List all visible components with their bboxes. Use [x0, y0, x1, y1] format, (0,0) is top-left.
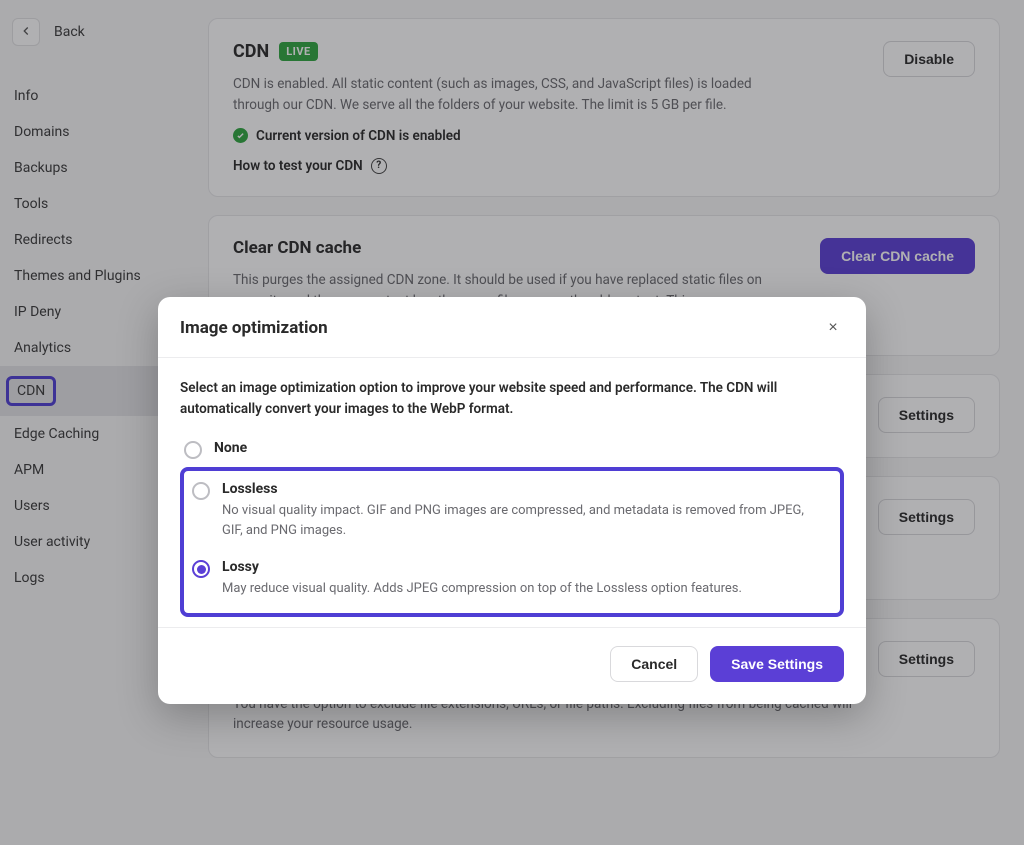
radio-option-none[interactable]: None [180, 434, 844, 465]
close-icon[interactable]: × [822, 317, 844, 339]
radio-desc-lossy: May reduce visual quality. Adds JPEG com… [222, 579, 742, 599]
radio-label-lossy: Lossy [222, 559, 742, 575]
radio-icon[interactable] [192, 482, 210, 500]
radio-label-none: None [214, 440, 247, 456]
modal-title: Image optimization [180, 318, 328, 338]
cancel-button[interactable]: Cancel [610, 646, 698, 682]
radio-label-lossless: Lossless [222, 481, 826, 497]
image-optimization-modal: Image optimization × Select an image opt… [158, 297, 866, 704]
modal-header: Image optimization × [158, 297, 866, 358]
highlighted-options: Lossless No visual quality impact. GIF a… [180, 467, 844, 617]
radio-icon[interactable] [192, 560, 210, 578]
save-settings-button[interactable]: Save Settings [710, 646, 844, 682]
modal-footer: Cancel Save Settings [158, 627, 866, 704]
radio-icon[interactable] [184, 441, 202, 459]
radio-desc-lossless: No visual quality impact. GIF and PNG im… [222, 501, 826, 541]
modal-body: Select an image optimization option to i… [158, 358, 866, 627]
modal-desc: Select an image optimization option to i… [180, 378, 844, 420]
radio-option-lossy[interactable]: Lossy May reduce visual quality. Adds JP… [188, 553, 830, 605]
radio-option-lossless[interactable]: Lossless No visual quality impact. GIF a… [188, 475, 830, 547]
